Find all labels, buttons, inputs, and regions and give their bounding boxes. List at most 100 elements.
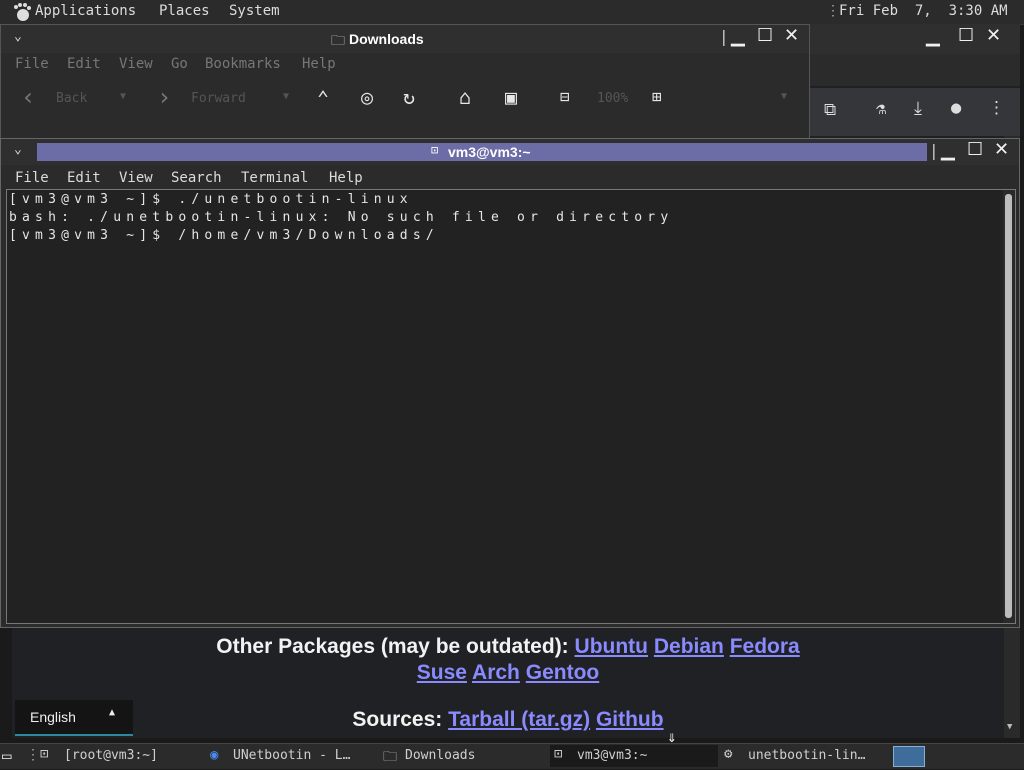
task-downloads[interactable]: Downloads [405,748,535,763]
term-menu-edit[interactable]: Edit [67,170,101,186]
close-icon[interactable]: ✕ [986,25,1001,46]
workspace-switcher[interactable] [893,746,925,767]
other-packages-section: Other Packages (may be outdated): Ubuntu… [12,634,1004,686]
debian-link[interactable]: Debian [654,635,724,658]
terminal-task-icon: ⊡ [554,746,563,762]
fm-toolbar: ‹ Back ▼ › Forward ▼ ⌃ ◎ ↻ ⌂ ▣ ⊟ 100% ⊞ … [7,77,805,121]
window-menu-icon[interactable]: ⌄ [14,142,22,157]
fedora-link[interactable]: Fedora [730,635,800,658]
terminal-task-icon: ⊡ [40,746,49,762]
term-menu-search[interactable]: Search [171,170,222,186]
maximize-icon[interactable]: ☐ [967,139,983,160]
terminal-scrollbar[interactable] [1003,190,1015,623]
system-menu[interactable]: System [229,3,280,19]
up-icon[interactable]: ⌃ [317,86,329,110]
fm-title: Downloads [349,31,424,47]
fm-menu-view[interactable]: View [119,56,153,72]
window-menu-icon[interactable]: ⌄ [14,29,22,44]
mouse-cursor-icon: ⇓ [667,727,677,746]
task-vm3-terminal[interactable]: vm3@vm3:~ [577,748,715,763]
labs-flask-icon[interactable]: ⚗ [876,99,886,119]
reload-icon[interactable]: ↻ [403,85,415,109]
zoom-level: 100% [597,91,629,106]
back-arrow-icon[interactable]: ‹ [21,83,35,111]
toolbar-overflow-icon[interactable]: ▼ [781,91,787,102]
back-dropdown-icon[interactable]: ▼ [120,91,126,102]
other-packages-label: Other Packages (may be outdated): [216,635,569,658]
term-menu-file[interactable]: File [15,170,49,186]
term-menu-help[interactable]: Help [329,170,363,186]
minimize-icon[interactable]: ▁ [731,26,745,47]
clock[interactable]: Fri Feb 7, 3:30 AM [839,3,1008,19]
minimize-icon[interactable]: ▁ [926,26,940,47]
terminal-menubar: File Edit View Search Terminal Help [7,167,1007,187]
fm-menu-edit[interactable]: Edit [67,56,101,72]
term-menu-terminal[interactable]: Terminal [241,170,308,186]
forward-button[interactable]: Forward [191,91,246,106]
titlebar-divider: | [719,27,729,46]
chrome-icon: ◉ [210,747,219,763]
folder-icon: 🗀 [331,33,345,49]
zoom-out-icon[interactable]: ⊟ [560,87,570,106]
back-button[interactable]: Back [56,91,87,106]
more-menu-icon[interactable]: ⋮ [988,98,1005,118]
forward-dropdown-icon[interactable]: ▼ [283,91,289,102]
computer-icon[interactable]: ▣ [505,85,517,109]
terminal-window: ⌄ ⊡ vm3@vm3:~ | ▁ ☐ ✕ File Edit View Sea… [0,138,1020,628]
stop-icon[interactable]: ◎ [361,85,373,109]
gentoo-link[interactable]: Gentoo [526,661,600,684]
minimize-icon[interactable]: ▁ [941,140,955,161]
zoom-in-icon[interactable]: ⊞ [652,87,662,106]
taskbar: ▭ ⋮ ⊡ [root@vm3:~] ◉ UNetbootin - L… 🗀 D… [0,743,1024,769]
scroll-down-icon[interactable]: ▼ [1007,722,1012,732]
maximize-icon[interactable]: ☐ [958,25,974,46]
folder-icon: 🗀 [383,749,397,765]
file-manager-window: ⌄ 🗀 Downloads | ▁ ☐ ✕ File Edit View Go … [0,24,810,140]
tarball-link[interactable]: Tarball (tar.gz) [448,708,590,731]
top-panel: Applications Places System ⋮ Fri Feb 7, … [0,0,1024,25]
terminal-line: [vm3@vm3 ~]$ ./unetbootin-linux [9,192,413,207]
sources-section: Sources: Tarball (tar.gz) Github [12,708,1004,732]
task-root-terminal[interactable]: [root@vm3:~] [64,748,204,763]
terminal-scroll-thumb[interactable] [1005,194,1012,618]
terminal-line: [vm3@vm3 ~]$ /home/vm3/Downloads/ [9,228,439,243]
arch-link[interactable]: Arch [472,661,520,684]
taskbar-handle-icon: ⋮ [26,747,40,763]
terminal-title-highlight[interactable]: ⊡ vm3@vm3:~ [37,143,927,161]
panel-separator-icon: ⋮ [826,3,840,19]
chevron-up-icon: ▲ [109,707,116,718]
download-icon[interactable]: ⤓ [914,98,922,119]
extensions-icon[interactable]: ⧉ [824,100,836,120]
fm-titlebar[interactable]: ⌄ 🗀 Downloads | ▁ ☐ ✕ [1,25,809,53]
terminal-title-icon: ⊡ [431,143,439,157]
close-icon[interactable]: ✕ [994,139,1009,160]
applications-menu[interactable]: Applications [35,3,136,19]
language-selector[interactable]: English ▲ [15,700,133,736]
titlebar-divider: | [929,141,939,160]
gear-icon: ⚙ [724,746,733,762]
browser-titlebar: ▁ ☐ ✕ [810,24,1020,54]
task-unetbootin-browser[interactable]: UNetbootin - L… [233,748,378,763]
github-link[interactable]: Github [596,708,664,731]
fm-menu-file[interactable]: File [15,56,49,72]
task-unetbootin-app[interactable]: unetbootin-lin… [748,748,888,763]
places-menu[interactable]: Places [159,3,210,19]
suse-link[interactable]: Suse [417,661,467,684]
profile-icon[interactable]: ● [951,98,961,118]
fm-menu-go[interactable]: Go [171,56,188,72]
browser-tabstrip [810,54,1020,86]
terminal-output[interactable]: [vm3@vm3 ~]$ ./unetbootin-linux bash: ./… [6,189,1016,624]
maximize-icon[interactable]: ☐ [757,25,773,46]
gnome-foot-icon[interactable] [11,2,31,22]
fm-menu-bookmarks[interactable]: Bookmarks [205,56,281,72]
forward-arrow-icon[interactable]: › [157,83,171,111]
language-label: English [30,709,76,725]
ubuntu-link[interactable]: Ubuntu [575,635,648,658]
term-menu-view[interactable]: View [119,170,153,186]
close-icon[interactable]: ✕ [784,25,799,46]
home-icon[interactable]: ⌂ [459,85,471,109]
show-desktop-icon[interactable]: ▭ [2,746,12,765]
terminal-line: bash: ./unetbootin-linux: No such file o… [9,210,674,225]
fm-menu-help[interactable]: Help [302,56,336,72]
sources-label: Sources: [352,708,443,731]
